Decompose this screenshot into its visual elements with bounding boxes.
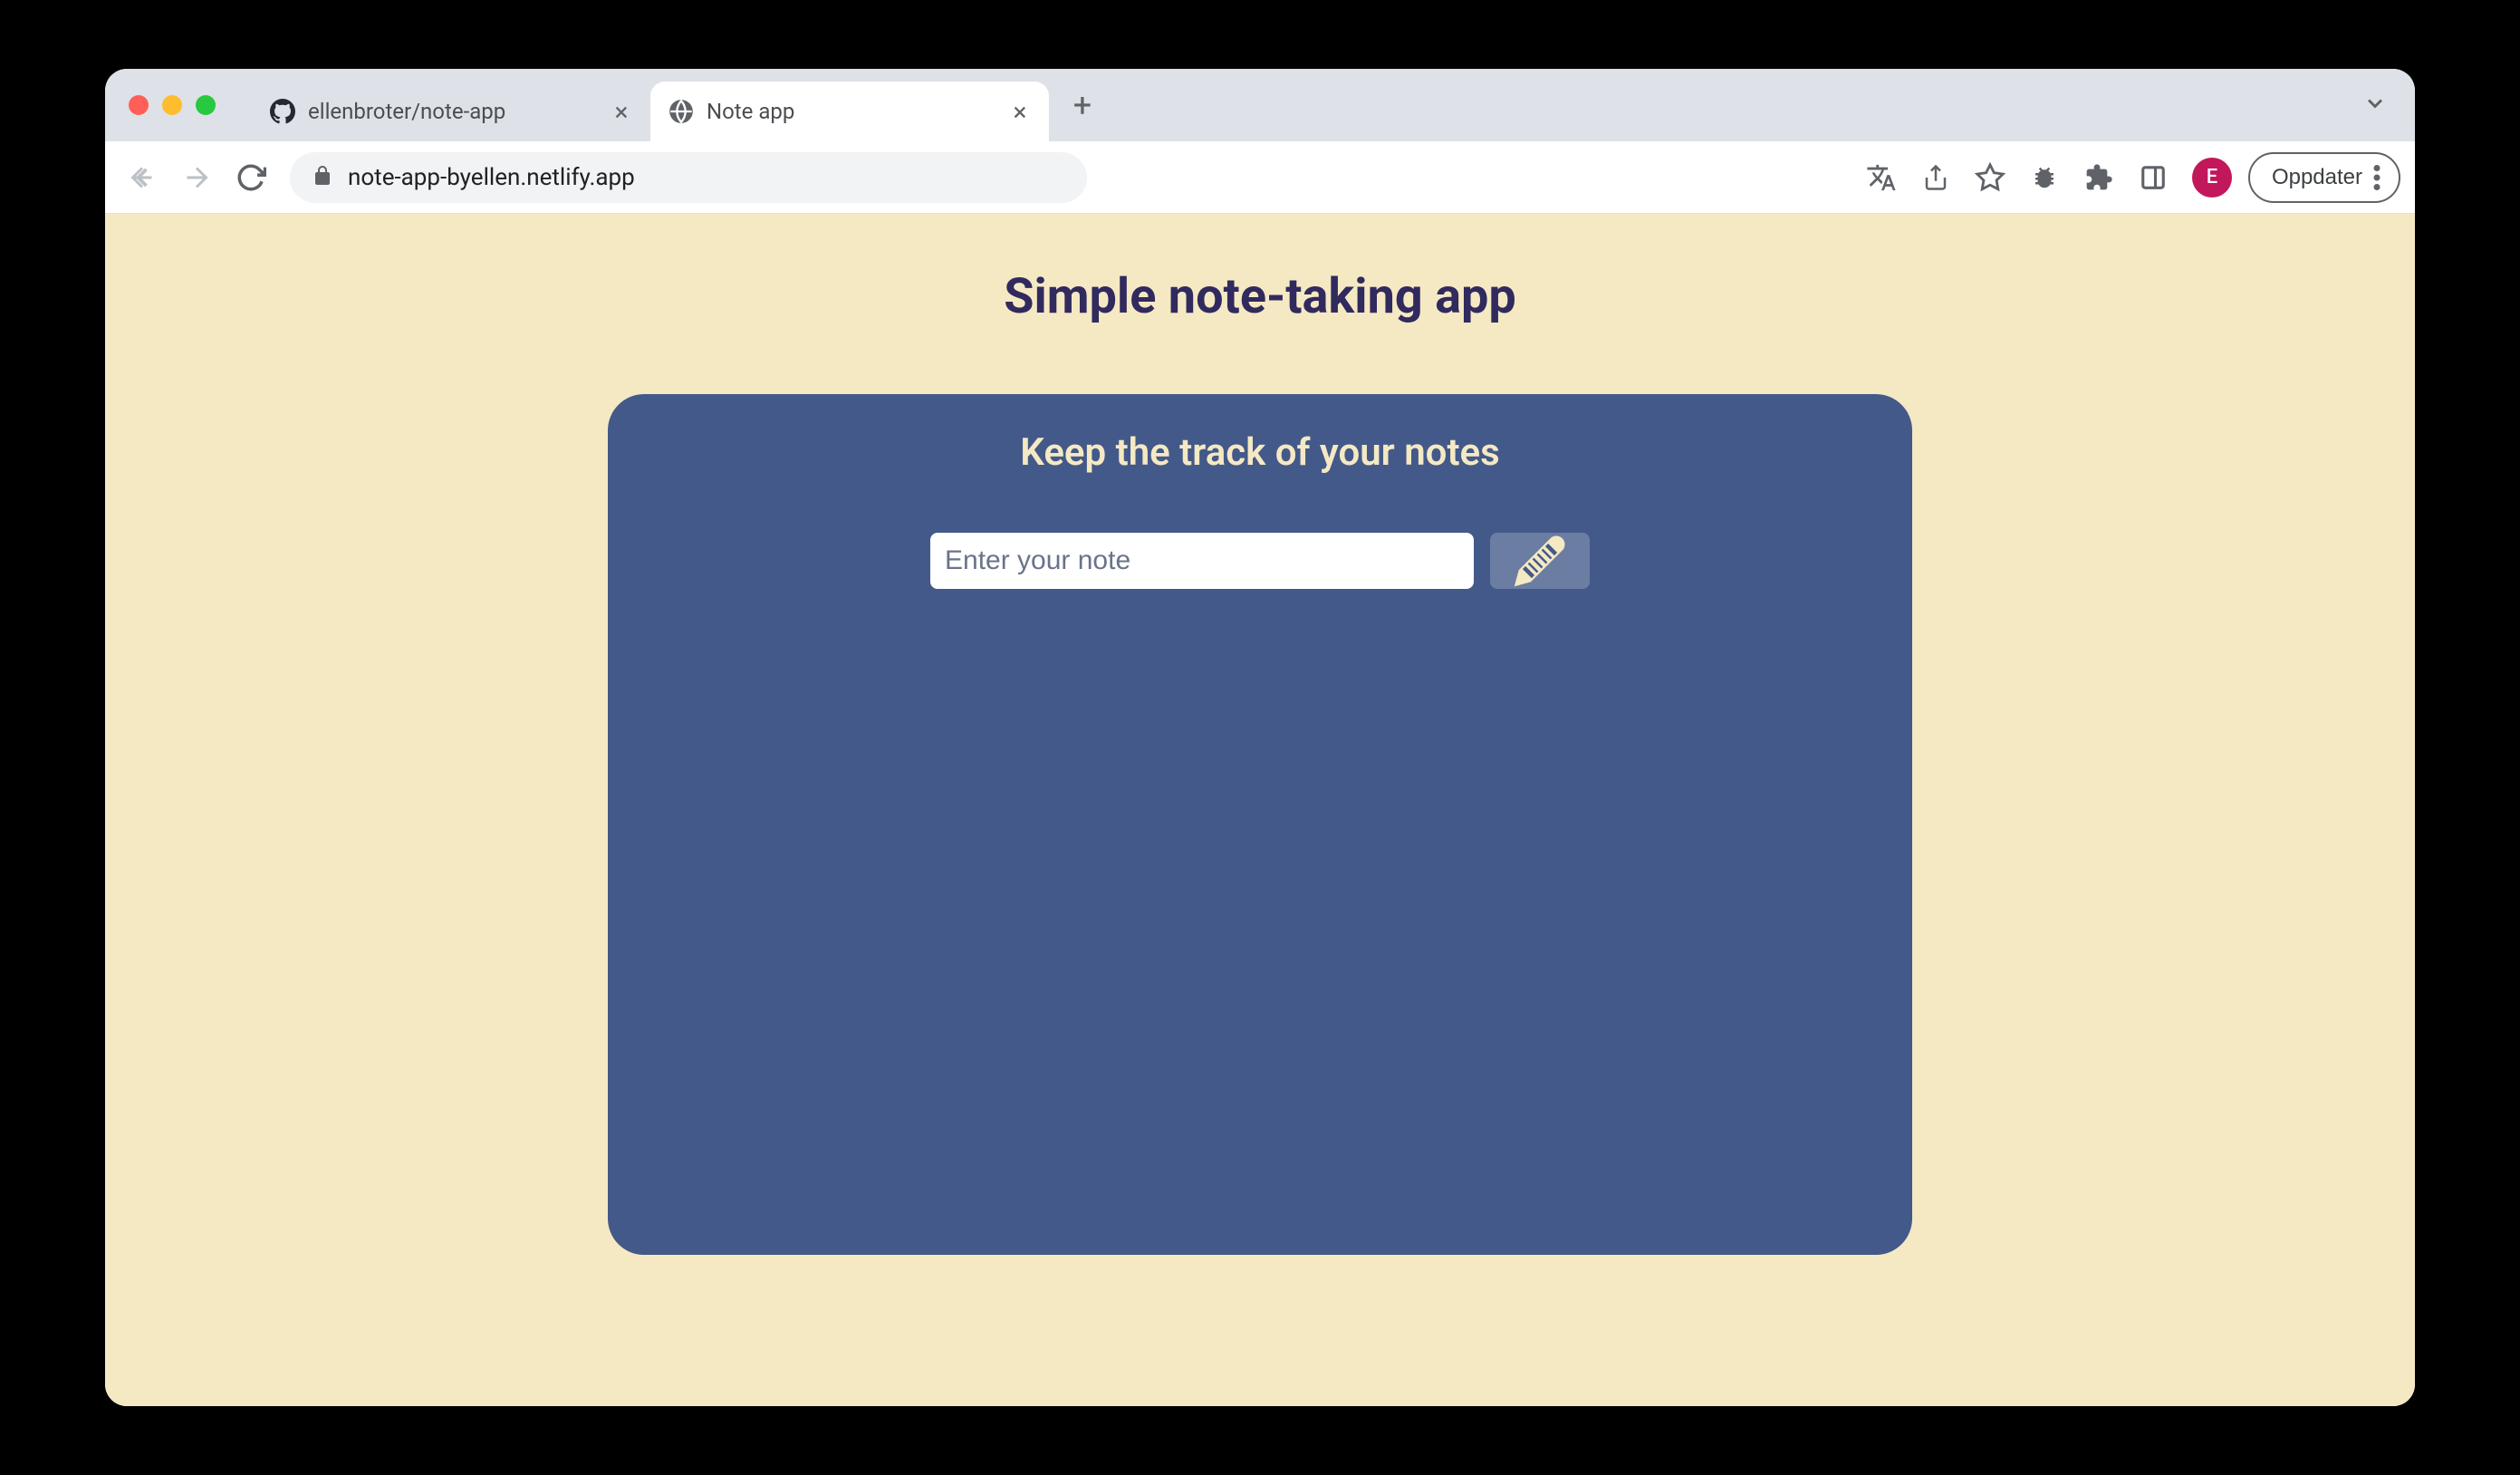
lock-icon xyxy=(312,165,333,190)
close-tab-button[interactable]: × xyxy=(611,101,632,122)
more-icon xyxy=(2373,165,2381,190)
github-icon xyxy=(270,99,295,124)
tab-note-app[interactable]: Note app × xyxy=(650,82,1049,141)
extension-bug-icon[interactable] xyxy=(2022,155,2067,200)
profile-avatar[interactable]: E xyxy=(2192,158,2232,198)
extensions-button[interactable] xyxy=(2076,155,2121,200)
note-input[interactable] xyxy=(930,533,1474,589)
globe-icon xyxy=(668,99,694,124)
close-tab-button[interactable]: × xyxy=(1009,101,1031,122)
address-bar: note-app-byellen.netlify.app E Oppdater xyxy=(105,141,2415,214)
tabs-dropdown-button[interactable] xyxy=(2362,91,2388,120)
tab-title: ellenbroter/note-app xyxy=(308,99,598,124)
side-panel-button[interactable] xyxy=(2130,155,2176,200)
update-button-label: Oppdater xyxy=(2272,165,2362,190)
update-button[interactable]: Oppdater xyxy=(2248,152,2400,203)
page-title: Simple note-taking app xyxy=(105,268,2415,325)
avatar-letter: E xyxy=(2207,166,2217,188)
url-bar[interactable]: note-app-byellen.netlify.app xyxy=(290,152,1087,203)
forward-button[interactable] xyxy=(174,155,219,200)
share-button[interactable] xyxy=(1913,155,1958,200)
reload-button[interactable] xyxy=(228,155,274,200)
input-row xyxy=(662,533,1858,589)
tab-github[interactable]: ellenbroter/note-app × xyxy=(252,82,650,141)
card-title: Keep the track of your notes xyxy=(662,430,1858,475)
close-window-button[interactable] xyxy=(129,95,149,115)
page-content: Simple note-taking app Keep the track of… xyxy=(105,214,2415,1406)
back-button[interactable] xyxy=(120,155,165,200)
translate-button[interactable] xyxy=(1859,155,1904,200)
url-text: note-app-byellen.netlify.app xyxy=(348,164,635,191)
bookmark-button[interactable] xyxy=(1967,155,2013,200)
new-tab-button[interactable]: + xyxy=(1060,82,1105,128)
tab-title: Note app xyxy=(707,99,996,124)
notes-card: Keep the track of your notes xyxy=(608,394,1912,1255)
minimize-window-button[interactable] xyxy=(162,95,182,115)
add-note-button[interactable] xyxy=(1490,533,1590,589)
traffic-lights xyxy=(129,95,216,115)
tab-bar: ellenbroter/note-app × Note app × + xyxy=(105,69,2415,141)
browser-window: ellenbroter/note-app × Note app × + xyxy=(105,69,2415,1406)
maximize-window-button[interactable] xyxy=(196,95,216,115)
pencil-icon xyxy=(1513,534,1567,588)
